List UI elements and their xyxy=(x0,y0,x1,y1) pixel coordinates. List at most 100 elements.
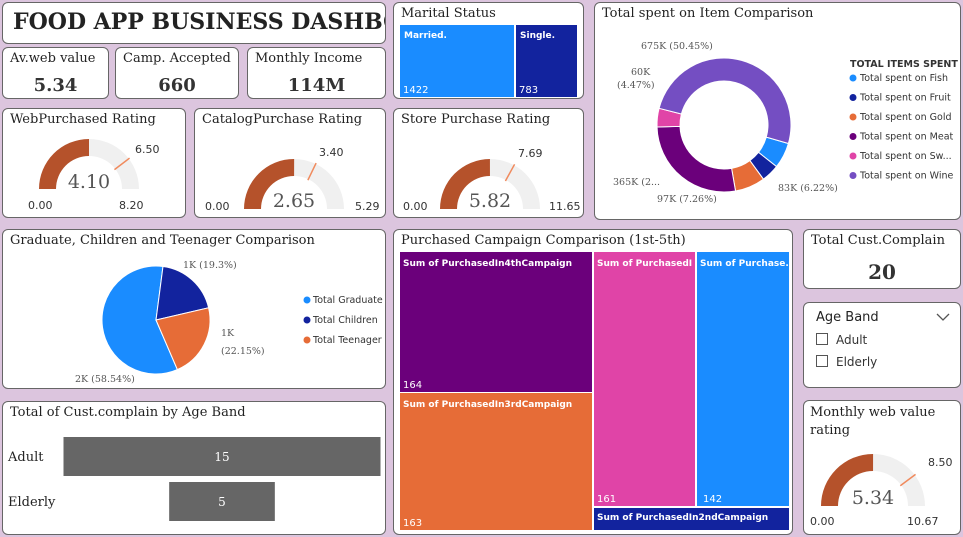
monthly-rating-max: 10.67 xyxy=(907,515,939,528)
campaign-4th-label: Sum of PurchasedIn4thCampaign xyxy=(403,259,573,269)
campaign-tile-2nd[interactable]: Sum of PurchasedIn2ndCampaign xyxy=(594,508,789,530)
marital-single-value: 783 xyxy=(519,85,539,96)
campaign-card: Purchased Campaign Comparison (1st-5th) … xyxy=(393,229,793,535)
donut-legend-label-0: Total spent on Fish xyxy=(859,73,948,84)
pie-label-children: 1K (19.3%) xyxy=(183,260,237,271)
donut-legend-marker-5 xyxy=(849,172,857,179)
pie-legend: Total Graduate Total Children Total Teenag… xyxy=(303,295,383,346)
donut-legend-label-3: Total spent on Meat xyxy=(859,132,954,143)
catalog-rating-gauge: 0.00 5.29 3.40 2.65 xyxy=(205,146,380,213)
donut-legend-title: TOTAL ITEMS SPENT xyxy=(850,59,958,70)
monthly-rating-value: 5.34 xyxy=(852,487,894,509)
bar-cat-elderly: Elderly xyxy=(8,495,56,510)
campaign-pink-label: Sum of PurchasedI... xyxy=(597,259,693,269)
kpi-av-web-value: 5.34 xyxy=(33,75,78,96)
slicer-item-adult-label: Adult xyxy=(836,333,868,347)
donut-legend-marker-4 xyxy=(849,152,857,160)
slicer-item-elderly-label: Elderly xyxy=(836,355,878,369)
kpi-av-web-card: Av.web value 5.34 xyxy=(2,47,109,99)
pie-legend-marker-1 xyxy=(303,316,311,324)
web-rating-min: 0.00 xyxy=(28,199,53,212)
donut-label-gold: 97K (7.26%) xyxy=(657,194,717,205)
marital-tile-single[interactable]: Single. 783 xyxy=(516,25,577,97)
donut-legend-label-2: Total spent on Gold xyxy=(859,112,952,123)
campaign-tile-3rd[interactable]: Sum of PurchasedIn3rdCampaign 163 xyxy=(400,393,592,530)
complain-bar-chart: 15 5 Adult Elderly xyxy=(7,437,381,521)
campaign-2nd-label: Sum of PurchasedIn2ndCampaign xyxy=(597,513,769,523)
web-rating-card: WebPurchased Rating 0.00 8.20 6.50 4.10 xyxy=(2,108,186,218)
catalog-rating-value: 2.65 xyxy=(273,190,315,212)
catalog-rating-target: 3.40 xyxy=(319,146,344,159)
pie-label-teen: 1K xyxy=(221,328,235,339)
campaign-blue-value: 142 xyxy=(703,494,723,505)
campaign-3rd-label: Sum of PurchasedIn3rdCampaign xyxy=(403,400,573,410)
bar-value-0: 15 xyxy=(214,450,229,464)
monthly-rating-gauge: 0.00 10.67 8.50 5.34 xyxy=(810,453,953,528)
marital-status-title: Marital Status xyxy=(401,6,496,21)
marital-tile-married[interactable]: Married. 1422 xyxy=(400,25,514,97)
donut-slice-3 xyxy=(656,125,737,193)
store-rating-value: 5.82 xyxy=(469,190,511,212)
monthly-rating-target: 8.50 xyxy=(928,456,953,469)
catalog-rating-max: 5.29 xyxy=(355,200,380,213)
donut-legend-marker-1 xyxy=(849,94,857,101)
campaign-tile-blue[interactable]: Sum of Purchase... 142 xyxy=(697,252,789,506)
marital-married-value: 1422 xyxy=(403,85,429,96)
web-rating-max: 8.20 xyxy=(119,199,144,212)
pie-legend-label-1: Total Children xyxy=(312,315,378,326)
checkbox-elderly[interactable] xyxy=(816,355,828,367)
donut-legend-marker-0 xyxy=(849,74,857,82)
kpi-av-web-label: Av.web value xyxy=(10,51,96,66)
item-spent-card: Total spent on Item Comparison TOTAL ITE… xyxy=(594,2,961,220)
campaign-tile-pink[interactable]: Sum of PurchasedI... 161 xyxy=(594,252,695,506)
donut-legend-marker-2 xyxy=(849,113,857,121)
catalog-rating-min: 0.00 xyxy=(205,200,230,213)
dashboard-title-card: FOOD APP BUSINESS DASHBOARD xyxy=(2,2,386,44)
campaign-3rd-value: 163 xyxy=(403,518,423,529)
slicer-item-elderly[interactable]: Elderly xyxy=(816,355,877,369)
pie-label-teen-pct: (22.15%) xyxy=(221,346,265,357)
item-spent-donut: TOTAL ITEMS SPENT Total spent on FishTot… xyxy=(613,41,958,205)
web-rating-target: 6.50 xyxy=(135,143,160,156)
slicer-item-adult[interactable]: Adult xyxy=(816,333,867,347)
kpi-income-value: 114M xyxy=(287,75,346,96)
donut-label-wine: 675K (50.45%) xyxy=(641,41,713,52)
web-rating-gauge: 0.00 8.20 6.50 4.10 xyxy=(28,138,160,212)
store-rating-gauge: 0.00 11.65 7.69 5.82 xyxy=(403,147,581,213)
kpi-complain-label: Total Cust.Complain xyxy=(811,233,945,248)
kpi-camp-label: Camp. Accepted xyxy=(123,51,231,66)
campaign-tile-4th[interactable]: Sum of PurchasedIn4thCampaign 164 xyxy=(400,252,592,392)
dashboard-title: FOOD APP BUSINESS DASHBOARD xyxy=(13,9,385,35)
monthly-rating-card: Monthly web value rating 0.00 10.67 8.50… xyxy=(803,400,961,535)
marital-status-card: Marital Status Married. 1422 Single. 783 xyxy=(393,2,584,99)
store-rating-min: 0.00 xyxy=(403,200,428,213)
store-rating-target: 7.69 xyxy=(518,147,543,160)
graduate-pie-card: Graduate, Children and Teenager Comparis… xyxy=(2,229,386,389)
kpi-income-card: Monthly Income 114M xyxy=(247,47,386,99)
monthly-rating-min: 0.00 xyxy=(810,515,835,528)
slicer-title: Age Band xyxy=(816,310,879,325)
donut-label-fish: 83K (6.22%) xyxy=(778,183,838,194)
chevron-down-icon[interactable] xyxy=(936,312,950,322)
donut-slices xyxy=(656,57,792,193)
checkbox-adult[interactable] xyxy=(816,333,828,345)
graduate-pie-chart: Total Graduate Total Children Total Teenag… xyxy=(75,260,383,385)
kpi-complain-card: Total Cust.Complain 20 xyxy=(803,229,961,289)
donut-legend: Total spent on Fish Total spent on Fruit T… xyxy=(849,73,954,182)
kpi-camp-value: 660 xyxy=(158,75,196,96)
pie-legend-label-2: Total Teenager xyxy=(312,335,382,346)
campaign-blue-label: Sum of Purchase... xyxy=(700,259,788,269)
pie-legend-marker-2 xyxy=(303,336,311,344)
donut-legend-marker-3 xyxy=(849,133,857,140)
kpi-complain-value: 20 xyxy=(868,260,896,284)
store-rating-max: 11.65 xyxy=(549,200,581,213)
age-band-slicer: Age Band Adult Elderly xyxy=(803,302,961,388)
campaign-pink-value: 161 xyxy=(597,494,617,505)
campaign-4th-value: 164 xyxy=(403,380,423,391)
donut-legend-label-5: Total spent on Wine xyxy=(859,171,953,182)
marital-single-label: Single. xyxy=(520,31,556,41)
donut-label-meat: 365K (2... xyxy=(613,177,660,188)
pie-label-graduate: 2K (58.54%) xyxy=(75,374,135,385)
marital-married-label: Married. xyxy=(404,31,447,41)
kpi-camp-card: Camp. Accepted 660 xyxy=(115,47,239,99)
